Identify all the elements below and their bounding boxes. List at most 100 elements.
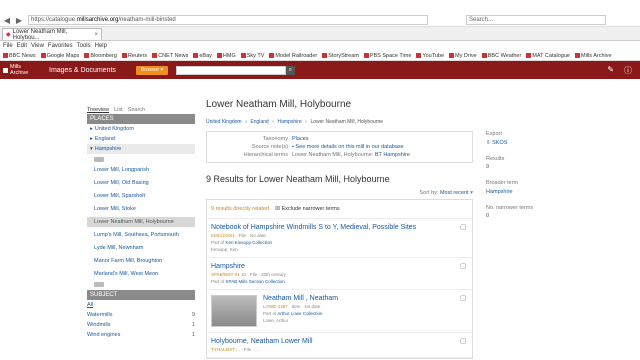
- favorite-link[interactable]: YouTube: [416, 53, 444, 59]
- favorite-link[interactable]: HMG: [216, 53, 236, 59]
- hierarchical-terms-link[interactable]: BT Hampshire: [375, 152, 410, 158]
- menu-view[interactable]: View: [31, 43, 44, 49]
- favorite-link[interactable]: Bloomberg: [84, 53, 117, 59]
- results-count-value: 9: [486, 164, 490, 170]
- logo-mark-icon: [3, 67, 8, 73]
- favorite-link[interactable]: Mills Archive: [575, 53, 612, 59]
- result-title-link[interactable]: Hampshire: [211, 263, 468, 270]
- hierarchical-terms-text: Lower Neatham Mill, Holybourne:: [292, 152, 374, 158]
- info-icon[interactable]: ⓘ: [624, 65, 632, 76]
- direct-results-label: 9 results directly related: [211, 206, 270, 212]
- results-list: 9 results directly related ☒ Exclude nar…: [206, 199, 473, 359]
- breadcrumb-item[interactable]: Hampshire: [278, 119, 302, 125]
- tree-child-item[interactable]: Lump's Mill, Southsea, Portsmouth: [87, 230, 195, 240]
- favorites-bar: BBC News Google Maps Bloomberg Reuters C…: [0, 51, 640, 61]
- favorite-icon: [216, 53, 222, 58]
- caret-icon: ▾: [90, 146, 93, 152]
- clipboard-add-icon[interactable]: ▢: [460, 294, 467, 302]
- menu-file[interactable]: File: [3, 43, 13, 49]
- tree-child-item[interactable]: Lower Mill, Sparsholt: [87, 191, 195, 201]
- more-above-button[interactable]: [94, 157, 104, 162]
- tree-item-united-kingdom[interactable]: ▸ United Kingdom: [87, 124, 195, 134]
- tree-child-item-selected[interactable]: Lower Neatham Mill, Holybourne: [87, 217, 195, 227]
- favorite-link[interactable]: BBC Weather: [481, 53, 521, 59]
- favorite-icon: [121, 53, 127, 58]
- sort-control[interactable]: Sort by: Most recent ▾: [206, 190, 473, 196]
- breadcrumb-item[interactable]: England: [250, 119, 268, 125]
- subject-item[interactable]: Windmills 1: [87, 320, 195, 330]
- tree-child-item[interactable]: Lower Mill, Stoke: [87, 204, 195, 214]
- result-item: Notebook of Hampshire Windmills S to Y, …: [207, 219, 472, 258]
- tab-list[interactable]: List: [114, 107, 123, 113]
- narrower-terms-label: No. narrower terms: [486, 205, 534, 211]
- clipboard-icon[interactable]: ✎: [607, 65, 614, 76]
- search-icon[interactable]: ⌕: [285, 65, 295, 75]
- clipboard-add-icon[interactable]: ▢: [460, 337, 467, 345]
- url-field[interactable]: https://catalogue. millsarchive.org/neath…: [28, 15, 428, 25]
- favorite-link[interactable]: My Drive: [449, 53, 477, 59]
- browse-button[interactable]: Browse ▾: [135, 65, 168, 75]
- favorite-icon: [193, 53, 199, 58]
- clipboard-add-icon[interactable]: ▢: [460, 262, 467, 270]
- page-title: Lower Neatham Mill, Holybourne: [206, 99, 352, 110]
- favorite-link[interactable]: Model Railroader: [269, 53, 317, 59]
- export-icon: ⇩: [486, 140, 491, 146]
- site-search-input[interactable]: [175, 65, 286, 75]
- result-title-link[interactable]: Holybourne, Neatham Lower Mill: [211, 338, 468, 345]
- favorite-link[interactable]: Reuters: [121, 53, 147, 59]
- tree-child-item[interactable]: Manor Farm Mill, Broughton: [87, 256, 195, 266]
- tree-item-hampshire[interactable]: ▾ Hampshire: [87, 144, 195, 154]
- tab-treeview[interactable]: Treeview: [87, 107, 109, 113]
- favorite-link[interactable]: StoryStream: [322, 53, 359, 59]
- browser-search-field[interactable]: Search...: [466, 15, 606, 25]
- tree-item-england[interactable]: ▸ England: [87, 134, 195, 144]
- result-collection-link[interactable]: SPAB Mills Section Collection: [226, 279, 285, 284]
- browser-tab[interactable]: ◆ Lower Neatham Mill, Holybou... ×: [2, 28, 102, 41]
- export-skos-link[interactable]: ⇩ SKOS: [486, 140, 566, 146]
- clipboard-add-icon[interactable]: ▢: [460, 223, 467, 231]
- subject-item[interactable]: Watermills 9: [87, 310, 195, 320]
- subject-header: SUBJECT: [87, 290, 195, 300]
- menu-favorites[interactable]: Favorites: [48, 43, 73, 49]
- menu-help[interactable]: Help: [95, 43, 107, 49]
- subject-item[interactable]: Wind engines 1: [87, 330, 195, 340]
- tree-child-item[interactable]: Lower Mill, Old Basing: [87, 178, 195, 188]
- breadcrumb: United Kingdom» England» Hampshire» Lowe…: [206, 119, 384, 125]
- result-collection-link[interactable]: Arthur Lowe Collection: [277, 311, 322, 316]
- source-note-link[interactable]: See more details on this mill in our dat…: [295, 144, 403, 150]
- favorite-icon: [322, 53, 328, 58]
- exclude-narrower-toggle[interactable]: ☒ Exclude narrower terms: [275, 206, 340, 212]
- tree-child-item[interactable]: Marland's Mill, West Meon: [87, 269, 195, 279]
- favorite-link[interactable]: CNET News: [152, 53, 188, 59]
- window-titlebar: [0, 0, 640, 14]
- favorite-link[interactable]: BBC News: [3, 53, 36, 59]
- result-thumbnail[interactable]: [211, 295, 257, 327]
- favorite-icon: [269, 53, 275, 58]
- tree-child-item[interactable]: Lyde Mill, Newnham: [87, 243, 195, 253]
- taxonomy-link[interactable]: Places: [292, 136, 309, 142]
- favorite-link[interactable]: eBay: [193, 53, 212, 59]
- favorite-link[interactable]: MAT Catalogue: [526, 53, 570, 59]
- menu-tools[interactable]: Tools: [77, 43, 91, 49]
- favorite-icon: [3, 53, 8, 58]
- breadcrumb-current: Lower Neatham Mill, Holybourne: [310, 119, 384, 125]
- tab-search[interactable]: Search: [128, 107, 145, 113]
- mills-archive-logo[interactable]: Mills Archive: [3, 63, 43, 77]
- broader-term-link[interactable]: Hampshire: [486, 189, 566, 195]
- favorite-link[interactable]: Sky TV: [240, 53, 264, 59]
- more-below-button[interactable]: [94, 282, 104, 287]
- favorite-link[interactable]: PBS Space Time: [363, 53, 411, 59]
- result-item: Hampshire SPAB/MST 01 10 · File · 20th c…: [207, 258, 472, 290]
- tab-close-icon[interactable]: ×: [94, 32, 98, 38]
- favorite-icon: [575, 53, 580, 58]
- result-collection-link[interactable]: Ken Kinsopp Collection: [226, 240, 273, 245]
- subject-all-link[interactable]: All: [87, 300, 195, 310]
- favorite-link[interactable]: Google Maps: [40, 53, 79, 59]
- breadcrumb-item[interactable]: United Kingdom: [206, 119, 242, 125]
- result-title-link[interactable]: Notebook of Hampshire Windmills S to Y, …: [211, 224, 468, 231]
- menu-edit[interactable]: Edit: [17, 43, 27, 49]
- tree-child-item[interactable]: Lower Mill, Longparish: [87, 165, 195, 175]
- forward-icon[interactable]: ▶: [14, 15, 24, 25]
- result-title-link[interactable]: Neatham Mill , Neatham: [263, 295, 338, 302]
- back-icon[interactable]: ◀: [2, 15, 12, 25]
